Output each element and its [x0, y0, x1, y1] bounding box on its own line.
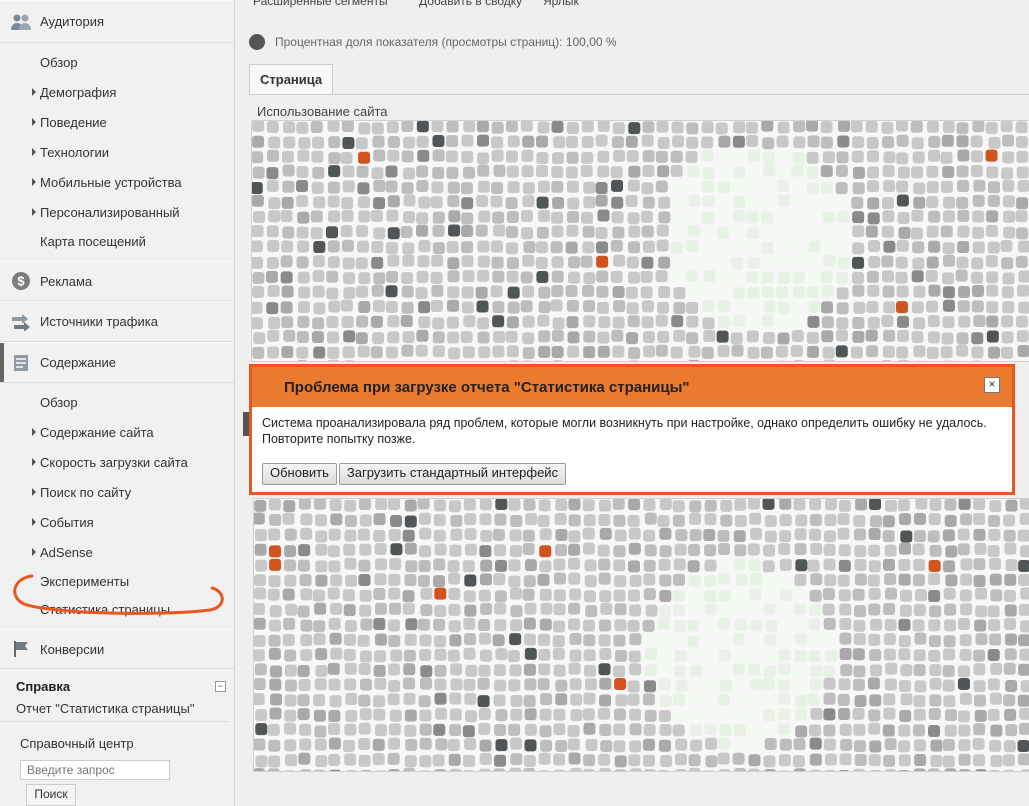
advanced-segments-link[interactable]: Расширенные сегменты	[253, 0, 388, 8]
sidebar-item-demographics[interactable]: Демография	[0, 77, 234, 107]
toolbar: Расширенные сегменты Добавить в сводку Я…	[235, 0, 1029, 12]
sidebar-item-overview[interactable]: Обзор	[0, 47, 234, 77]
sidebar-item-label: Поведение	[40, 114, 107, 130]
sidebar-item-experiments[interactable]: Эксперименты	[0, 567, 234, 595]
sidebar-section-traffic[interactable]: Источники трафика	[0, 301, 234, 342]
collapse-icon[interactable]: −	[215, 681, 226, 692]
obscured-page-preview-top	[251, 120, 1029, 362]
sidebar-item-label: Персонализированный	[40, 204, 180, 220]
sidebar-item-events[interactable]: События	[0, 507, 234, 537]
sidebar-item-site-speed[interactable]: Скорость загрузки сайта	[0, 447, 234, 477]
document-icon	[10, 354, 32, 372]
shortcut-link[interactable]: Ярлык	[543, 0, 579, 8]
sidebar-item-behavior[interactable]: Поведение	[0, 107, 234, 137]
svg-text:$: $	[17, 274, 25, 289]
help-title: Справка	[16, 679, 71, 694]
sidebar-item-mobile[interactable]: Мобильные устройства	[0, 167, 234, 197]
sidebar-item-site-content[interactable]: Содержание сайта	[0, 417, 234, 447]
add-to-dashboard-link[interactable]: Добавить в сводку	[419, 0, 522, 8]
sidebar-item-label: Мобильные устройства	[40, 174, 182, 190]
sidebar-section-label: Реклама	[40, 273, 93, 289]
sidebar-section-audience[interactable]: Аудитория	[0, 0, 234, 43]
sidebar-item-label: Технологии	[40, 144, 110, 160]
sidebar-item-label: Обзор	[40, 54, 78, 70]
sidebar-item-label: Содержание сайта	[40, 424, 154, 440]
sidebar-item-in-page-analytics[interactable]: Статистика страницы	[0, 595, 234, 623]
sidebar: Аудитория Обзор Демография Поведение Тех…	[0, 0, 235, 806]
pie-icon	[249, 34, 265, 50]
audience-submenu: Обзор Демография Поведение Технологии Мо…	[0, 43, 234, 261]
arrows-icon	[10, 313, 32, 331]
dialog-buttons: Обновить Загрузить стандартный интерфейс	[262, 463, 567, 485]
sidebar-item-label: События	[40, 514, 94, 530]
sidebar-section-conversions[interactable]: Конверсии	[0, 629, 234, 669]
sidebar-item-site-search[interactable]: Поиск по сайту	[0, 477, 234, 507]
sidebar-item-custom[interactable]: Персонализированный	[0, 197, 234, 227]
sidebar-section-label: Источники трафика	[40, 314, 158, 329]
content-submenu: Обзор Содержание сайта Скорость загрузки…	[0, 383, 234, 629]
sidebar-item-label: Статистика страницы	[40, 601, 171, 617]
dialog-title: Проблема при загрузке отчета "Статистика…	[284, 378, 690, 396]
help-center-label: Справочный центр	[20, 736, 134, 751]
refresh-button[interactable]: Обновить	[262, 463, 337, 485]
sidebar-section-label: Конверсии	[40, 641, 105, 657]
help-search-button[interactable]: Поиск	[26, 784, 76, 806]
obscured-page-preview-bottom	[253, 498, 1029, 772]
sidebar-section-ads[interactable]: $ Реклама	[0, 261, 234, 301]
close-icon[interactable]: ×	[984, 377, 1000, 393]
sidebar-item-label: AdSense	[40, 544, 93, 560]
sidebar-item-label: Скорость загрузки сайта	[40, 454, 188, 470]
help-link-report[interactable]: Отчет "Статистика страницы"	[0, 697, 228, 722]
tab-divider	[249, 94, 1029, 95]
dollar-icon: $	[10, 272, 32, 290]
sidebar-item-adsense[interactable]: AdSense	[0, 537, 234, 567]
tab-page[interactable]: Страница	[249, 64, 334, 95]
site-usage-label: Использование сайта	[257, 104, 388, 119]
people-icon	[10, 13, 32, 31]
dialog-message: Система проанализировала ряд проблем, ко…	[262, 416, 987, 446]
sidebar-item-label: Поиск по сайту	[40, 484, 132, 500]
sidebar-item-label: Демография	[40, 84, 117, 100]
sidebar-section-content[interactable]: Содержание	[0, 342, 234, 383]
sidebar-section-label: Аудитория	[40, 14, 105, 29]
sidebar-item-visitors-flow[interactable]: Карта посещений	[0, 227, 234, 255]
error-dialog: Проблема при загрузке отчета "Статистика…	[249, 364, 1015, 495]
dialog-header: Проблема при загрузке отчета "Статистика…	[252, 367, 1012, 407]
sidebar-item-content-overview[interactable]: Обзор	[0, 387, 234, 417]
flag-icon	[10, 640, 32, 658]
sidebar-item-technology[interactable]: Технологии	[0, 137, 234, 167]
help-search-input[interactable]	[20, 760, 170, 780]
help-panel: Справка − Отчет "Статистика страницы" Сп…	[0, 669, 234, 806]
sidebar-item-label: Обзор	[40, 394, 78, 410]
sidebar-item-label: Карта посещений	[40, 233, 146, 249]
sidebar-item-label: Эксперименты	[40, 573, 130, 589]
percent-row: Процентная доля показателя (просмотры ст…	[249, 33, 617, 51]
sidebar-section-label: Содержание	[40, 355, 116, 370]
percent-text: Процентная доля показателя (просмотры ст…	[275, 35, 617, 49]
load-standard-interface-button[interactable]: Загрузить стандартный интерфейс	[338, 463, 567, 485]
